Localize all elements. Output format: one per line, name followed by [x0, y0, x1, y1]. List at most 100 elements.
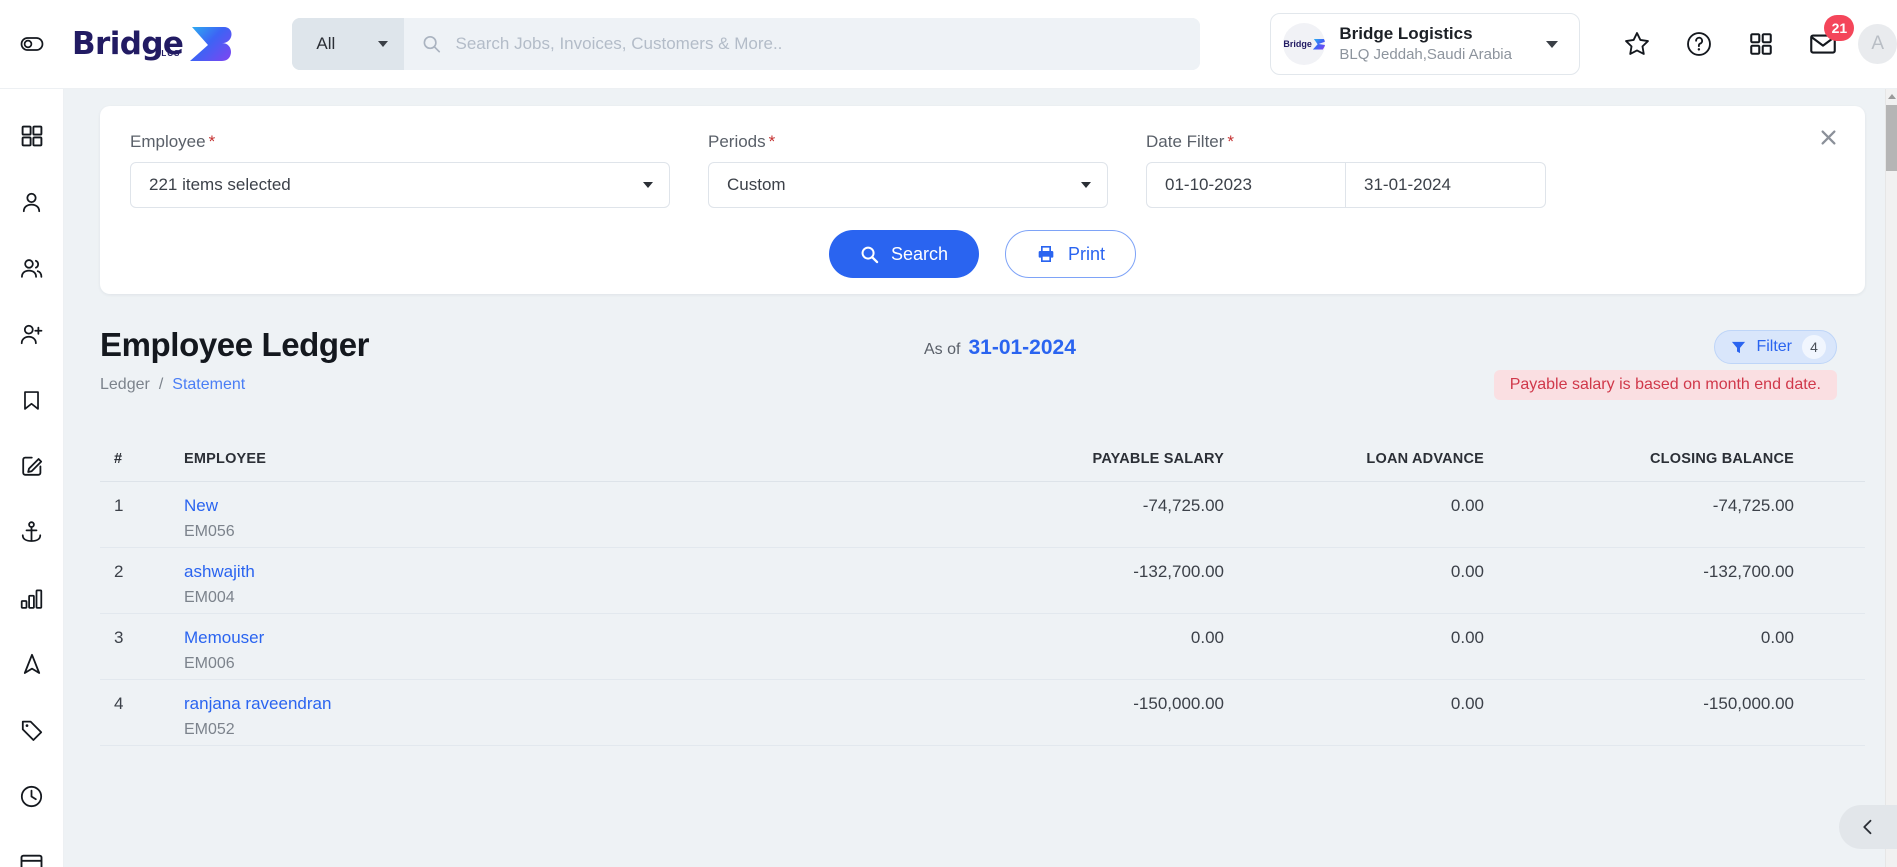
print-button-label: Print — [1068, 243, 1106, 264]
user-avatar[interactable]: A — [1858, 24, 1897, 64]
sidebar-item-profile[interactable] — [0, 169, 64, 235]
date-filter-label-text: Date Filter — [1146, 132, 1225, 151]
search-input[interactable] — [455, 34, 1201, 54]
tag-icon — [21, 720, 42, 741]
sidebar-item-tags[interactable] — [0, 697, 64, 763]
row-employee: New EM056 — [184, 496, 924, 541]
favorites-button[interactable] — [1620, 27, 1654, 61]
employee-name-link[interactable]: ashwajith — [184, 562, 924, 582]
table-row[interactable]: 2 ashwajith EM004 -132,700.00 0.00 -132,… — [100, 548, 1865, 614]
navigation-arrow-icon — [23, 653, 40, 674]
salary-warning-note: Payable salary is based on month end dat… — [1493, 370, 1837, 400]
row-index: 2 — [114, 562, 124, 581]
toggle-icon — [20, 37, 44, 51]
required-asterisk: * — [768, 132, 776, 151]
sidebar-item-tracking[interactable] — [0, 631, 64, 697]
sidebar-item-bookmarks[interactable] — [0, 367, 64, 433]
date-filter-field: Date Filter * — [1146, 132, 1546, 208]
org-text: Bridge Logistics BLQ Jeddah,Saudi Arabia — [1339, 23, 1512, 65]
employee-name-link[interactable]: Memouser — [184, 628, 924, 648]
search-button[interactable]: Search — [828, 230, 980, 278]
chevron-down-icon — [1545, 40, 1558, 48]
sidebar-item-reports[interactable] — [0, 565, 64, 631]
sidebar-item-edit[interactable] — [0, 433, 64, 499]
print-button[interactable]: Print — [1005, 230, 1137, 278]
top-icon-bar: 21 — [1620, 15, 1855, 61]
main-content: Employee * 221 items selected Periods * Cu… — [64, 89, 1885, 867]
org-avatar-text: Bridge — [1283, 39, 1312, 49]
employee-code: EM052 — [184, 721, 235, 738]
employee-select-value: 221 items selected — [149, 175, 291, 194]
date-filter-label: Date Filter * — [1146, 132, 1546, 152]
sidebar-item-payments[interactable] — [0, 829, 64, 867]
filter-actions: Search Print — [130, 230, 1835, 278]
brand-mark-icon — [188, 25, 237, 63]
row-loan-advance: 0.00 — [1450, 496, 1484, 515]
breadcrumb-separator: / — [158, 376, 164, 393]
sidebar-item-customers[interactable] — [0, 235, 64, 301]
table-row[interactable]: 3 Memouser EM006 0.00 0.00 0.00 — [100, 614, 1865, 680]
date-from-input[interactable] — [1146, 162, 1346, 208]
brand-logo[interactable]: Bridge LCS — [72, 25, 237, 63]
global-search: All — [292, 18, 1201, 70]
employee-select[interactable]: 221 items selected — [130, 162, 670, 208]
as-of-label: As of — [924, 341, 961, 358]
credit-card-icon — [20, 854, 43, 867]
sidebar-item-dashboard[interactable] — [0, 103, 64, 169]
messages-button[interactable]: 21 — [1806, 15, 1855, 61]
row-payable-salary: -74,725.00 — [1142, 496, 1224, 515]
filter-toggle-button[interactable]: Filter 4 — [1714, 330, 1837, 364]
employee-name-link[interactable]: ranjana raveendran — [184, 694, 924, 714]
column-header-closing-balance: CLOSING BALANCE — [1650, 450, 1794, 467]
table-header-row: # EMPLOYEE PAYABLE SALARY LOAN ADVANCE C… — [100, 436, 1865, 482]
edit-square-icon — [21, 456, 42, 476]
brand-subtitle: LCS — [161, 48, 181, 58]
apps-grid-icon — [1750, 33, 1773, 55]
breadcrumb-root[interactable]: Ledger — [100, 376, 150, 394]
left-sidebar — [0, 89, 64, 867]
row-closing-balance: -74,725.00 — [1712, 496, 1794, 515]
sidebar-item-history[interactable] — [0, 763, 64, 829]
org-location: BLQ Jeddah,Saudi Arabia — [1339, 45, 1512, 63]
date-to-input[interactable] — [1346, 162, 1546, 208]
nav-toggle-button[interactable] — [0, 0, 64, 89]
sidebar-item-shipments[interactable] — [0, 499, 64, 565]
column-header-loan-advance: LOAN ADVANCE — [1366, 450, 1484, 467]
employee-label-text: Employee — [130, 132, 206, 151]
app-root: Bridge LCS All Bridge Bri — [0, 0, 1897, 867]
panel-close-button[interactable] — [1815, 124, 1841, 150]
search-scope-select[interactable]: All — [292, 18, 405, 70]
date-range-group — [1146, 162, 1546, 208]
row-closing-balance: -150,000.00 — [1703, 694, 1794, 713]
star-icon — [1625, 32, 1650, 55]
row-payable-salary: -150,000.00 — [1133, 694, 1224, 713]
org-avatar-mark-icon — [1312, 38, 1326, 50]
filter-pill-label: Filter — [1756, 338, 1792, 355]
help-circle-icon — [1687, 32, 1712, 56]
page-scrollbar[interactable] — [1885, 89, 1897, 867]
employee-name-link[interactable]: New — [184, 496, 924, 516]
row-payable-salary: -132,700.00 — [1133, 562, 1224, 581]
table-row[interactable]: 1 New EM056 -74,725.00 0.00 -74,725.00 — [100, 482, 1865, 548]
apps-button[interactable] — [1744, 27, 1778, 61]
periods-select[interactable]: Custom — [708, 162, 1108, 208]
printer-icon — [1038, 246, 1054, 262]
scrollbar-up-button[interactable] — [1886, 89, 1897, 103]
filter-funnel-icon — [1732, 341, 1746, 353]
search-field-wrap — [404, 18, 1201, 70]
periods-select-value: Custom — [727, 175, 786, 194]
breadcrumb-current[interactable]: Statement — [172, 376, 245, 394]
table-row[interactable]: 4 ranjana raveendran EM052 -150,000.00 0… — [100, 680, 1865, 746]
as-of-date: 31-01-2024 — [968, 336, 1076, 359]
sidebar-item-add-user[interactable] — [0, 301, 64, 367]
bar-chart-icon — [20, 588, 43, 609]
help-button[interactable] — [1682, 27, 1716, 61]
filter-count-badge: 4 — [1802, 335, 1826, 359]
org-switcher[interactable]: Bridge Bridge Logistics BLQ Jeddah,Saudi… — [1270, 13, 1581, 75]
search-button-label: Search — [890, 243, 949, 264]
row-payable-salary: 0.00 — [1190, 628, 1224, 647]
panel-collapse-tab[interactable] — [1839, 805, 1897, 849]
scrollbar-thumb[interactable] — [1886, 105, 1897, 171]
user-add-icon — [20, 324, 43, 344]
periods-label: Periods * — [708, 132, 1108, 152]
